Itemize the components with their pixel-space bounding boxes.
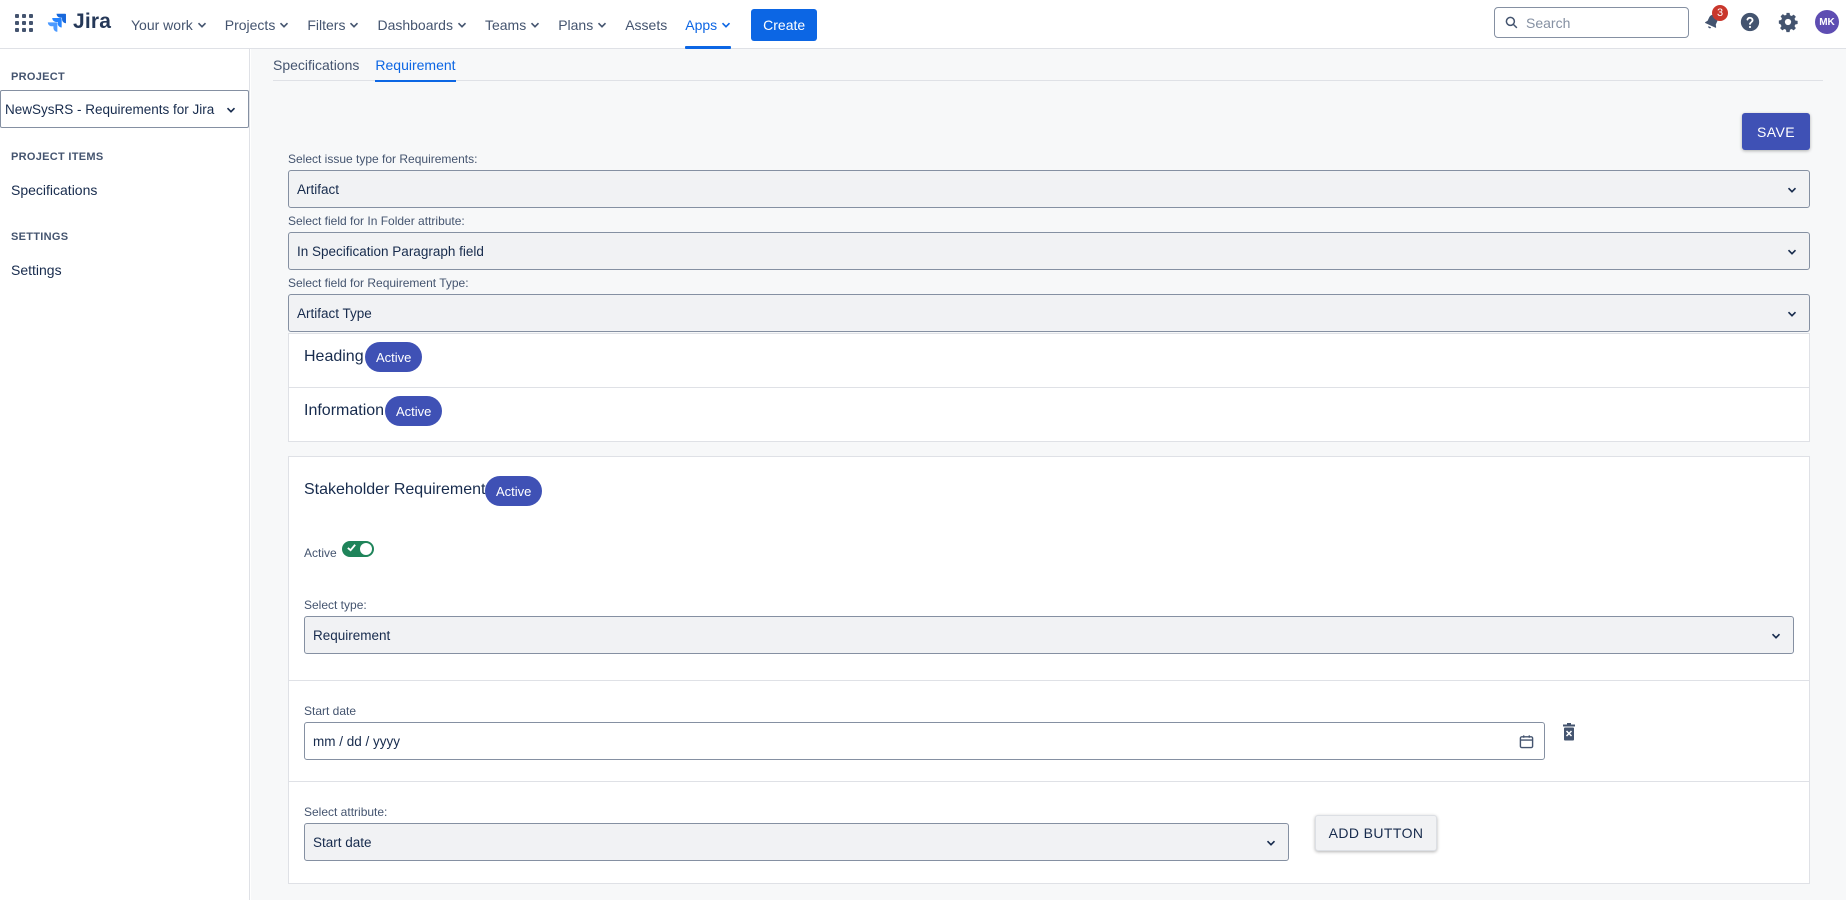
chevron-down-icon [531,22,540,28]
stakeholder-requirement-card: Stakeholder Requirement Active Active Se… [288,456,1810,884]
settings-heading: SETTINGS [11,231,69,243]
search-input[interactable] [1526,14,1676,31]
settings-button[interactable] [1776,10,1800,34]
issue-type-label: Select issue type for Requirements: [288,152,478,166]
folder-field-select[interactable]: In Specification Paragraph field [288,232,1810,270]
main-content: Specifications Requirement SAVE Select i… [251,49,1846,900]
nav-item-label: Filters [307,16,346,33]
nav-item-label: Assets [625,16,668,33]
chevron-down-icon [1787,187,1797,193]
select-type-value: Requirement [313,627,391,643]
chevron-down-icon [598,22,607,28]
req-type-value: Artifact Type [297,305,372,321]
chevron-down-icon [1266,840,1276,846]
start-date-row: Start date mm / dd / yyyy [289,681,1809,782]
nav-apps[interactable]: Apps [676,0,740,49]
jira-logo[interactable]: Jira [46,10,111,34]
chevron-down-icon [1787,249,1797,255]
select-attribute-value: Start date [313,834,372,850]
type-title: Stakeholder Requirement [304,481,486,498]
nav-item-label: Dashboards [377,16,453,33]
notifications-button[interactable]: 3 [1700,5,1728,34]
project-items-heading: PROJECT ITEMS [11,151,104,163]
user-avatar[interactable]: MK [1815,10,1839,34]
primary-nav: Your work Projects Filters Dashboards Te… [122,0,818,49]
status-badge[interactable]: Active [485,476,543,506]
calendar-icon[interactable] [1519,734,1534,749]
create-button[interactable]: Create [751,8,818,41]
tab-requirement[interactable]: Requirement [375,49,456,82]
notification-count-badge: 3 [1712,5,1728,21]
check-icon [347,544,356,552]
logo-text: Jira [73,10,112,33]
nav-assets[interactable]: Assets [616,0,676,49]
active-toggle[interactable] [342,541,374,557]
type-title: Information [304,402,385,419]
start-date-placeholder: mm / dd / yyyy [313,733,401,749]
select-attribute-label: Select attribute: [304,805,388,819]
project-select[interactable]: NewSysRS - Requirements for Jira [0,90,249,128]
delete-icon[interactable] [1561,723,1577,741]
chevron-down-icon [197,22,206,28]
search-box[interactable] [1494,7,1689,38]
issue-type-select[interactable]: Artifact [288,170,1810,208]
help-icon [1740,12,1760,32]
chevron-down-icon [280,22,289,28]
status-badge[interactable]: Active [385,396,443,426]
type-row-heading[interactable]: Heading Active [289,334,1809,388]
nav-item-label: Apps [685,16,718,33]
active-toggle-label: Active [304,546,337,560]
chevron-down-icon [1787,311,1797,317]
select-type-label: Select type: [304,598,367,612]
save-button[interactable]: SAVE [1742,113,1810,150]
select-type-select[interactable]: Requirement [304,616,1794,654]
tab-bar: Specifications Requirement [273,49,1823,82]
nav-your-work[interactable]: Your work [122,0,216,49]
select-attribute-row: Select attribute: Start date ADD BUTTON [289,782,1809,884]
tab-specifications[interactable]: Specifications [273,49,359,81]
select-attribute-select[interactable]: Start date [304,823,1289,861]
project-select-value: NewSysRS - Requirements for Jira [5,101,215,117]
sidebar-item-specifications[interactable]: Specifications [11,182,97,198]
type-title: Heading [304,348,364,365]
nav-projects[interactable]: Projects [216,0,299,49]
top-navigation: Jira Your work Projects Filters Dashboar… [0,0,1846,49]
nav-dashboards[interactable]: Dashboards [368,0,476,49]
sidebar: PROJECT NewSysRS - Requirements for Jira… [0,49,250,900]
chevron-down-icon [350,22,359,28]
req-type-select[interactable]: Artifact Type [288,294,1810,332]
chevron-down-icon [226,107,236,113]
start-date-label: Start date [304,704,357,718]
nav-item-label: Plans [558,16,594,33]
type-list-card: Heading Active Information Active [288,333,1810,442]
search-icon [1505,16,1518,29]
nav-item-label: Projects [224,16,276,33]
req-type-label: Select field for Requirement Type: [288,276,469,290]
select-type-row: Select type: Requirement [289,572,1809,681]
chevron-down-icon [722,22,731,28]
gear-icon [1778,12,1798,33]
sidebar-item-settings[interactable]: Settings [11,262,62,278]
nav-filters[interactable]: Filters [298,0,368,49]
type-row-information[interactable]: Information Active [289,388,1809,442]
issue-type-value: Artifact [297,181,340,197]
jira-logo-icon [47,13,66,32]
project-heading: PROJECT [11,71,66,83]
nav-item-label: Your work [131,16,193,33]
app-switcher-icon[interactable] [14,13,34,33]
folder-field-label: Select field for In Folder attribute: [288,214,465,228]
status-badge[interactable]: Active [365,342,423,372]
nav-teams[interactable]: Teams [476,0,549,49]
toggle-knob [360,543,372,555]
start-date-input[interactable]: mm / dd / yyyy [304,722,1545,760]
nav-item-label: Teams [484,16,527,33]
nav-plans[interactable]: Plans [549,0,616,49]
add-button[interactable]: ADD BUTTON [1315,815,1437,851]
chevron-down-icon [457,22,467,28]
folder-field-value: In Specification Paragraph field [297,243,484,259]
help-button[interactable] [1738,10,1762,34]
chevron-down-icon [1771,633,1781,639]
